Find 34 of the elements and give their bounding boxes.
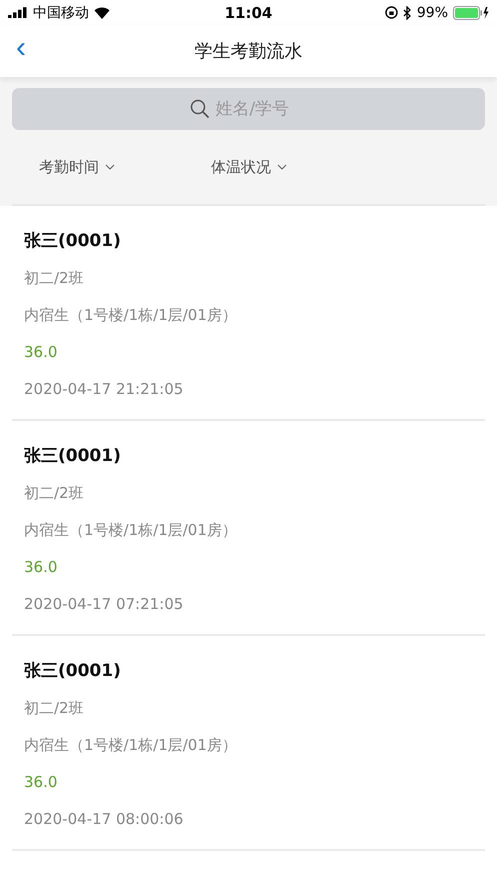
student-name: 张三(0001) bbox=[24, 445, 122, 467]
dorm-label: 内宿生（1号楼/1栋/1层/01房） bbox=[24, 305, 238, 326]
bluetooth-icon bbox=[402, 6, 412, 20]
search-field[interactable]: 姓名/学号 bbox=[214, 98, 308, 120]
filter-dropdown[interactable]: 考勤时间 bbox=[39, 158, 184, 176]
wifi-icon bbox=[94, 6, 110, 18]
attendance-time: 2020-04-17 08:00:06 bbox=[24, 809, 184, 830]
signal-icon bbox=[8, 7, 28, 18]
student-name: 张三(0001) bbox=[24, 660, 122, 682]
attendance-record[interactable]: 张三(0001) 初二/2班 内宿生（1号楼/1栋/1层/01房） 36.0 2020-04-17 07:21:05 bbox=[12, 421, 485, 636]
attendance-time: 2020-04-17 21:21:05 bbox=[24, 379, 184, 400]
battery-charging-icon bbox=[453, 6, 489, 20]
temperature-value: 36.0 bbox=[24, 342, 58, 363]
clock-time: 11:04 bbox=[224, 4, 272, 22]
attendance-record[interactable]: 张三(0001) 初二/2班 内宿生（1号楼/1栋/1层/01房） 36.0 2020-04-17 08:00:06 bbox=[12, 636, 485, 851]
filter-dropdown[interactable]: 体温状况 bbox=[211, 158, 356, 176]
attendance-record[interactable]: 张三(0001) 初二/2班 内宿生（1号楼/1栋/1层/01房） 36.0 2020-04-17 21:21:05 bbox=[12, 206, 485, 421]
class-label: 初二/2班 bbox=[24, 268, 85, 289]
class-label: 初二/2班 bbox=[24, 698, 85, 719]
page-title: 学生考勤流水 bbox=[194, 40, 302, 63]
dorm-label: 内宿生（1号楼/1栋/1层/01房） bbox=[24, 520, 238, 541]
back-button[interactable]: ‹ bbox=[0, 33, 42, 69]
search-icon bbox=[190, 99, 210, 119]
student-name: 张三(0001) bbox=[24, 230, 122, 252]
rotation-lock-icon bbox=[384, 6, 398, 19]
temperature-value: 36.0 bbox=[24, 557, 58, 578]
carrier-name: 中国移动 bbox=[33, 4, 89, 22]
class-label: 初二/2班 bbox=[24, 483, 85, 504]
chevron-down-icon bbox=[277, 164, 287, 170]
chevron-down-icon bbox=[105, 164, 115, 170]
dorm-label: 内宿生（1号楼/1栋/1层/01房） bbox=[24, 735, 238, 756]
battery-percent: 99% bbox=[416, 4, 448, 20]
temperature-value: 36.0 bbox=[24, 772, 58, 793]
attendance-time: 2020-04-17 07:21:05 bbox=[24, 594, 184, 615]
